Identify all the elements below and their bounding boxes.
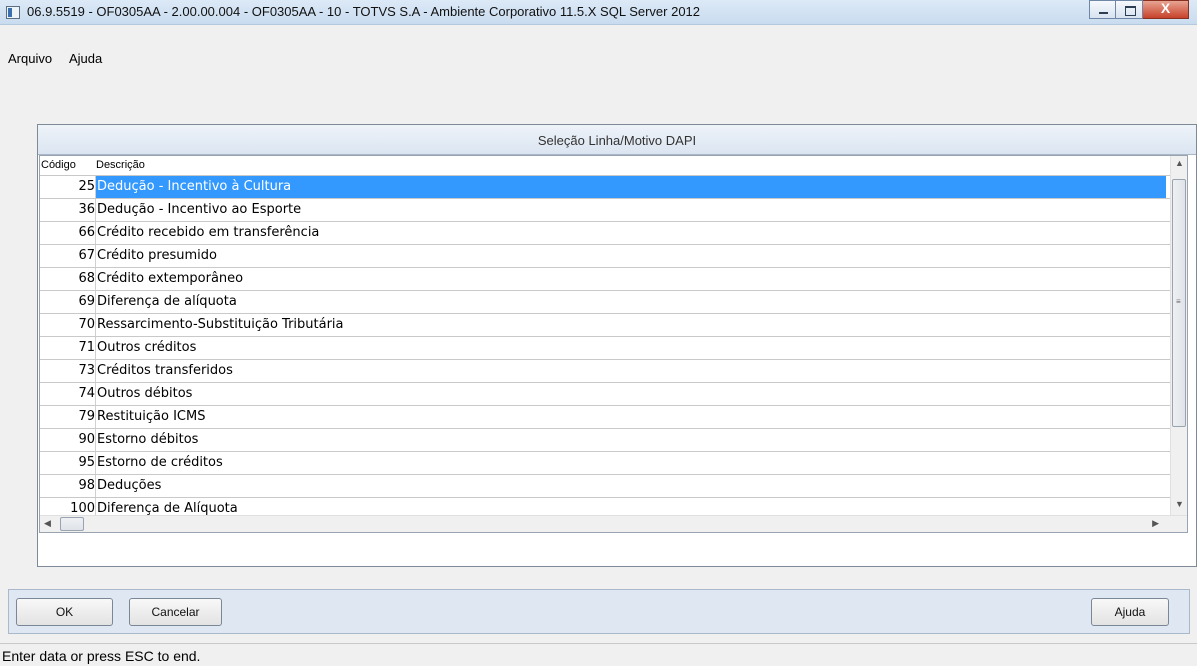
row-description: Crédito recebido em transferência [97,225,320,240]
vertical-scrollbar[interactable]: ▲ ≡ ▼ [1170,156,1187,516]
row-description: Deduções [97,478,162,493]
row-description: Outros créditos [97,340,197,355]
table-row[interactable]: 25 Dedução - Incentivo à Cultura [40,176,1170,199]
button-bar: OK Cancelar Ajuda [8,589,1190,634]
vertical-scroll-thumb[interactable]: ≡ [1172,179,1186,427]
row-description: Crédito presumido [97,248,217,263]
row-code: 95 [78,455,95,470]
scroll-up-icon[interactable]: ▲ [1171,158,1187,175]
table-row[interactable]: 95 Estorno de créditos [40,452,1170,475]
window-title: 06.9.5519 - OF0305AA - 2.00.00.004 - OF0… [27,4,701,19]
table-row[interactable]: 79 Restituição ICMS [40,406,1170,429]
table-row[interactable]: 73 Créditos transferidos [40,360,1170,383]
table-row[interactable]: 36 Dedução - Incentivo ao Esporte [40,199,1170,222]
window-controls: X [1089,0,1189,19]
column-divider [95,291,96,313]
close-button[interactable]: X [1143,0,1189,19]
grip-icon: ≡ [1176,297,1181,306]
row-description: Outros débitos [97,386,193,401]
row-code: 98 [78,478,95,493]
column-divider [95,222,96,244]
column-header-code[interactable]: Código [41,159,76,171]
row-description: Dedução - Incentivo à Cultura [97,179,292,194]
minimize-button[interactable] [1089,0,1116,19]
grid-header: Código Descrição [40,156,1170,176]
row-code: 25 [78,179,95,194]
row-description: Estorno de créditos [97,455,223,470]
row-code: 67 [78,248,95,263]
dialog-header: Seleção Linha/Motivo DAPI [38,125,1196,155]
row-description: Diferença de Alíquota [97,501,238,516]
row-description: Diferença de alíquota [97,294,237,309]
close-icon: X [1160,0,1171,16]
maximize-button[interactable] [1116,0,1143,19]
column-divider [95,452,96,474]
row-code: 70 [78,317,95,332]
row-description: Ressarcimento-Substituição Tributária [97,317,344,332]
scroll-down-icon[interactable]: ▼ [1171,499,1187,516]
column-divider [95,360,96,382]
table-row[interactable]: 69 Diferença de alíquota [40,291,1170,314]
column-divider [95,314,96,336]
ok-button[interactable]: OK [16,598,113,626]
row-code: 73 [78,363,95,378]
row-code: 79 [78,409,95,424]
menu-ajuda[interactable]: Ajuda [69,51,102,66]
table-row[interactable]: 67 Crédito presumido [40,245,1170,268]
row-description: Crédito extemporâneo [97,271,244,286]
help-button[interactable]: Ajuda [1091,598,1169,626]
status-bar: Enter data or press ESC to end. [0,643,1197,666]
column-divider [95,337,96,359]
row-description: Dedução - Incentivo ao Esporte [97,202,302,217]
column-divider [95,268,96,290]
menu-arquivo[interactable]: Arquivo [8,51,52,66]
row-description: Restituição ICMS [97,409,206,424]
row-description: Créditos transferidos [97,363,233,378]
column-divider [95,475,96,497]
row-code: 69 [78,294,95,309]
row-code: 36 [78,202,95,217]
row-code: 66 [78,225,95,240]
scroll-right-icon[interactable]: ▶ [1152,518,1159,529]
table-row[interactable]: 90 Estorno débitos [40,429,1170,452]
column-divider [95,383,96,405]
column-divider [95,245,96,267]
row-code: 90 [78,432,95,447]
column-divider [95,406,96,428]
row-code: 100 [70,501,95,516]
row-description: Estorno débitos [97,432,199,447]
row-code: 71 [78,340,95,355]
column-header-description[interactable]: Descrição [96,159,145,171]
column-divider [95,176,96,198]
title-bar: 06.9.5519 - OF0305AA - 2.00.00.004 - OF0… [0,0,1197,25]
table-row[interactable]: 74 Outros débitos [40,383,1170,406]
column-divider [95,429,96,451]
table-row[interactable]: 66 Crédito recebido em transferência [40,222,1170,245]
horizontal-scroll-thumb[interactable] [60,517,84,531]
table-row[interactable]: 71 Outros créditos [40,337,1170,360]
grid-rows: 25 Dedução - Incentivo à Cultura 36 Dedução… [40,176,1170,521]
selection-grid[interactable]: Código Descrição 25 Dedução - Incentivo à… [39,155,1188,533]
column-divider [95,199,96,221]
table-row[interactable]: 98 Deduções [40,475,1170,498]
table-row[interactable]: 70 Ressarcimento-Substituição Tributária [40,314,1170,337]
dialog-title: Seleção Linha/Motivo DAPI [537,133,697,148]
status-text: Enter data or press ESC to end. [2,648,201,664]
scroll-left-icon[interactable]: ◀ [44,518,51,529]
horizontal-scrollbar[interactable]: ◀ ▶ [40,515,1187,532]
table-row[interactable]: 68 Crédito extemporâneo [40,268,1170,291]
app-icon[interactable] [6,6,20,19]
row-code: 68 [78,271,95,286]
row-code: 74 [78,386,95,401]
cancel-button[interactable]: Cancelar [129,598,222,626]
